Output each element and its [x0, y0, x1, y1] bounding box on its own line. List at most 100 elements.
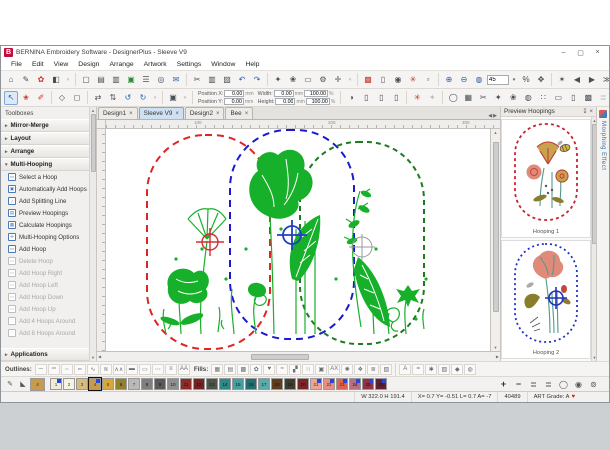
menu-item[interactable]: View — [50, 61, 73, 68]
lettering-icon[interactable]: AA — [178, 364, 190, 375]
previous-object-icon[interactable]: ◀ — [570, 73, 584, 87]
effect-letter-icon[interactable]: A — [399, 364, 411, 375]
toolbox-item[interactable]: ▭ Select a Hoop — [1, 171, 89, 183]
hooping-2-preview[interactable]: Hooping 2 — [501, 240, 591, 359]
fill-wave-icon[interactable]: ≈ — [276, 364, 288, 375]
remove-thread-button[interactable]: − — [512, 378, 525, 391]
star-effect-icon[interactable]: ✦ — [425, 91, 439, 105]
toolbox-item[interactable]: ∷ Add 4 Hoops Around — [1, 315, 89, 327]
fill-fancy-icon[interactable]: ▩ — [237, 364, 249, 375]
color-swatch[interactable]: 14 — [219, 378, 231, 390]
toolbox-item[interactable]: ▦ Calculate Hoopings — [1, 219, 89, 231]
rotate-right-icon[interactable]: ↻ — [136, 91, 150, 105]
canvas-horizontal-scrollbar[interactable]: ◀ ▶ — [97, 351, 500, 361]
canvas-dropdown-icon[interactable]: ▾ — [64, 73, 72, 87]
outline-stemstitch-icon[interactable]: ≋ — [100, 364, 112, 375]
menu-item[interactable]: Settings — [173, 61, 206, 68]
rotate-hoop-icon[interactable]: ◑ — [344, 91, 358, 105]
hoop-option-2-icon[interactable]: ▯ — [374, 91, 388, 105]
color-swatch[interactable]: 12 — [193, 378, 205, 390]
color-swatch[interactable]: 7 — [128, 378, 140, 390]
mirror-horizontal-icon[interactable]: ⇄ — [91, 91, 105, 105]
fill-ripple-icon[interactable]: ✿ — [250, 364, 262, 375]
scroll-down-icon[interactable]: ▼ — [494, 344, 498, 351]
menu-item[interactable]: Artwork — [140, 61, 171, 68]
color-swatch[interactable]: 3 — [76, 378, 88, 390]
outline-dotted-icon[interactable]: ┅ — [74, 364, 86, 375]
morphing-effect-tab[interactable]: Morphing Effect — [596, 107, 609, 361]
hoop-option-1-icon[interactable]: ▯ — [359, 91, 373, 105]
panel-close-icon[interactable]: × — [589, 109, 593, 115]
select-tool-icon[interactable]: ↖ — [4, 91, 18, 105]
scrollbar-thumb[interactable] — [493, 142, 499, 312]
next-object-icon[interactable]: ▶ — [585, 73, 599, 87]
effect-gradient-icon[interactable]: ◆ — [451, 364, 463, 375]
add-thread-button[interactable]: + — [497, 378, 510, 391]
redo-icon[interactable]: ↷ — [250, 73, 264, 87]
fill-hatch-icon[interactable]: ▧ — [380, 364, 392, 375]
design-tab[interactable]: Sleeve V9 × — [139, 107, 184, 119]
toolbox-section-multi-hooping[interactable]: ▾ Multi-Hooping — [1, 158, 89, 171]
color-swatch[interactable]: 25 — [362, 378, 374, 390]
design-properties-icon[interactable]: ▯ — [376, 73, 390, 87]
design-tab[interactable]: Design2 × — [185, 107, 225, 119]
polygon-select-icon[interactable]: ✬ — [19, 91, 33, 105]
zoom-percent-icon[interactable]: % — [519, 73, 533, 87]
tab-close-icon[interactable]: × — [175, 111, 179, 117]
color-swatch[interactable]: 8 — [141, 378, 153, 390]
tab-close-icon[interactable]: × — [245, 111, 249, 117]
toolbox-item[interactable]: ∷ Add 8 Hoops Around — [1, 327, 89, 339]
rectangle-tool-icon[interactable]: ▭ — [551, 91, 565, 105]
stitch-player-icon[interactable]: ≫ — [600, 73, 609, 87]
thread-spool-icon[interactable]: ⊚ — [587, 378, 600, 391]
menu-item[interactable]: Help — [241, 61, 263, 68]
scroll-down-icon[interactable]: ▼ — [91, 354, 95, 361]
flower-tool-icon[interactable]: ❀ — [506, 91, 520, 105]
color-swatch[interactable]: 6 — [115, 378, 127, 390]
print-icon[interactable]: ☰ — [139, 73, 153, 87]
fill-diamond-icon[interactable]: ❖ — [354, 364, 366, 375]
copy-icon[interactable]: ▥ — [205, 73, 219, 87]
toolbox-section[interactable]: ▸ Layout — [1, 132, 89, 145]
options-dropdown-icon[interactable]: ▾ — [346, 73, 354, 87]
color-swatch[interactable]: 24 — [349, 378, 361, 390]
toolbox-item[interactable]: ▭ Add Hoop Left — [1, 279, 89, 291]
canvas-vertical-scrollbar[interactable]: ▲ ▼ — [490, 129, 500, 351]
color-swatch[interactable]: 19 — [284, 378, 296, 390]
fill-step-icon[interactable]: ▦ — [211, 364, 223, 375]
toolbox-section-applications[interactable]: ▸ Applications — [1, 348, 89, 361]
outline-zigzag-icon[interactable]: ∧∧ — [113, 364, 125, 375]
current-color-swatch[interactable]: 4 — [30, 378, 45, 391]
minimize-button[interactable]: – — [555, 47, 572, 58]
design-tab[interactable]: Design1 × — [98, 107, 138, 119]
color-swatch[interactable]: 26 — [375, 378, 387, 390]
lattice-tool-icon[interactable]: ▩ — [581, 91, 595, 105]
color-swatch[interactable]: 20 — [297, 378, 309, 390]
write-to-machine-icon[interactable]: ✉ — [169, 73, 183, 87]
scroll-up-icon[interactable]: ▲ — [91, 107, 95, 114]
fill-monogram-icon[interactable]: AX — [328, 364, 340, 375]
fill-bucket-icon[interactable]: ◣ — [17, 378, 29, 390]
color-swatch[interactable]: 1 — [50, 378, 62, 390]
toolbox-section[interactable]: ▸ Arrange — [1, 145, 89, 158]
options-tools-icon[interactable]: ✛ — [331, 73, 345, 87]
duplicate-icon[interactable]: ▣ — [166, 91, 180, 105]
grid-tool-icon[interactable]: ∷ — [536, 91, 550, 105]
show-hoop-icon[interactable]: ▫ — [421, 73, 435, 87]
outline-satin-icon[interactable]: ▬ — [126, 364, 138, 375]
design-canvas[interactable] — [106, 129, 490, 351]
tab-scroll-left-icon[interactable]: ◀ — [488, 113, 492, 119]
fence-tool-icon[interactable]: ≣ — [596, 91, 609, 105]
frame-tool-icon[interactable]: ▯ — [566, 91, 580, 105]
sidebar-scrollbar[interactable]: ▲ ▼ — [89, 107, 96, 361]
outline-triple-icon[interactable]: ═ — [48, 364, 60, 375]
color-swatch[interactable]: 16 — [245, 378, 257, 390]
rotate-left-icon[interactable]: ↺ — [121, 91, 135, 105]
insert-artwork-icon[interactable]: ❀ — [286, 73, 300, 87]
toolbox-item[interactable]: / Add Splitting Line — [1, 195, 89, 207]
color-picker-pencil-icon[interactable]: ✎ — [4, 378, 16, 390]
fill-heart-icon[interactable]: ♥ — [263, 364, 275, 375]
rotate-dropdown-icon[interactable]: ▾ — [151, 91, 159, 105]
new-design-icon[interactable]: ▢ — [79, 73, 93, 87]
menu-item[interactable]: Edit — [28, 61, 48, 68]
